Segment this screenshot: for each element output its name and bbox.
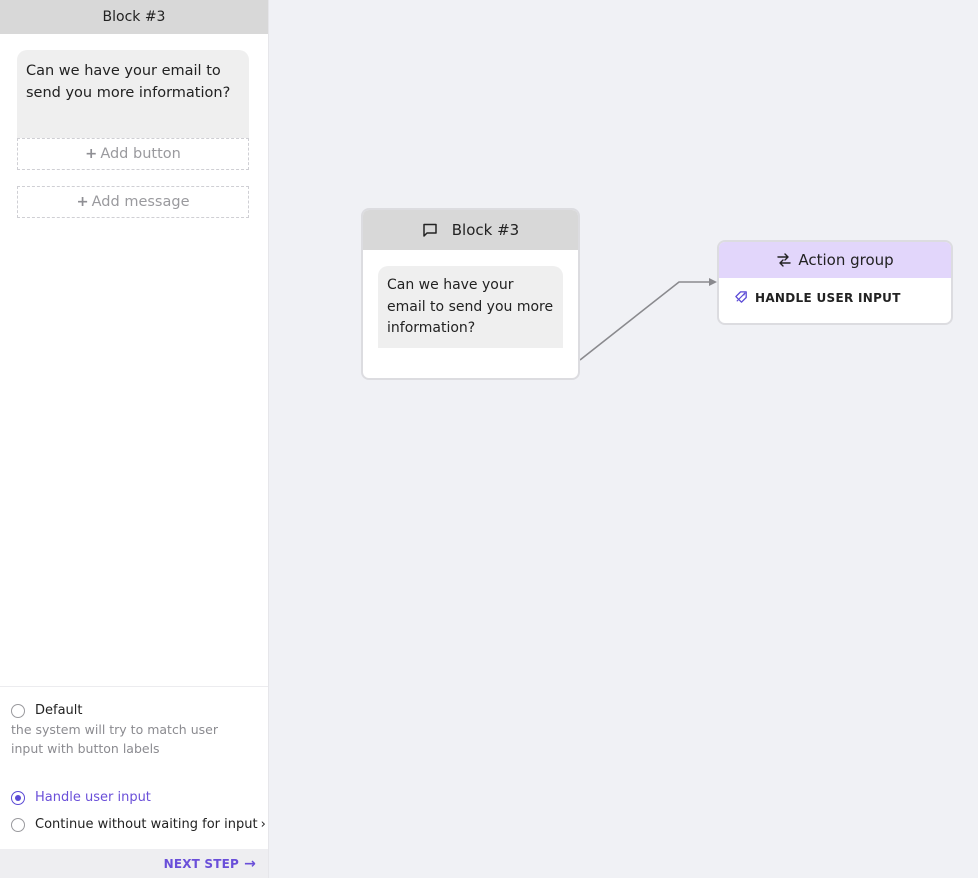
radio-continue-without-waiting[interactable] xyxy=(11,817,25,832)
option-default[interactable]: Default xyxy=(11,703,83,718)
option-handle-user-input-label: Handle user input xyxy=(35,790,151,805)
arrows-exchange-icon xyxy=(777,253,792,267)
chat-bubble-icon xyxy=(423,223,437,237)
panel-footer: NEXT STEP → xyxy=(0,849,268,878)
flow-canvas[interactable]: Block #3 Can we have your email to send … xyxy=(269,0,978,878)
next-step-label: NEXT STEP xyxy=(163,856,240,871)
tag-handle-icon xyxy=(735,291,747,303)
option-handle-user-input[interactable]: Handle user input xyxy=(11,790,151,805)
block-node-header: Block #3 xyxy=(363,210,578,250)
add-button-button[interactable]: + Add button xyxy=(17,138,249,170)
panel-title: Block #3 xyxy=(0,0,268,34)
radio-default[interactable] xyxy=(11,703,25,718)
option-continue-label: Continue without waiting for input xyxy=(35,817,258,832)
option-continue-without-waiting[interactable]: Continue without waiting for input › xyxy=(11,817,266,832)
add-message-button[interactable]: + Add message xyxy=(17,186,249,218)
message-editor[interactable]: Can we have your email to send you more … xyxy=(17,50,249,138)
chevron-right-icon: › xyxy=(260,817,266,832)
connector-arrowhead xyxy=(709,278,717,286)
next-step-button[interactable]: NEXT STEP → xyxy=(164,856,256,872)
plus-icon: + xyxy=(85,146,98,162)
block-node-message: Can we have your email to send you more … xyxy=(378,266,563,348)
plus-icon: + xyxy=(76,194,89,210)
add-message-label: Add message xyxy=(91,194,190,210)
action-group-header: Action group xyxy=(719,242,951,278)
action-item-label: HANDLE USER INPUT xyxy=(755,290,901,305)
radio-handle-user-input[interactable] xyxy=(11,790,25,805)
options-divider xyxy=(0,686,268,687)
action-group-node[interactable]: Action group HANDLE USER INPUT xyxy=(717,240,953,325)
option-default-label: Default xyxy=(35,703,83,718)
add-button-label: Add button xyxy=(100,146,181,162)
connector-line xyxy=(579,278,717,361)
block-node-title: Block #3 xyxy=(451,221,520,239)
block-node[interactable]: Block #3 Can we have your email to send … xyxy=(361,208,580,380)
action-group-title: Action group xyxy=(798,251,894,269)
action-item-handle-user-input[interactable]: HANDLE USER INPUT xyxy=(719,278,951,305)
block-editor-panel: Block #3 Can we have your email to send … xyxy=(0,0,269,878)
arrow-right-icon: → xyxy=(244,855,256,872)
option-default-hint: the system will try to match user input … xyxy=(11,722,218,756)
